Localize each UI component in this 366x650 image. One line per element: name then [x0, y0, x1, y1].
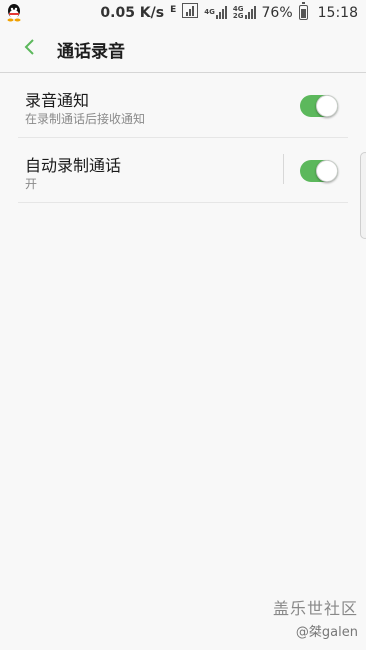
auto-record-toggle[interactable] [300, 160, 338, 182]
edge-panel-handle[interactable] [360, 152, 366, 239]
watermark-community: 盖乐世社区 [272, 599, 358, 618]
clock-time: 15:18 [317, 4, 358, 21]
app-bar: 通话录音 [0, 26, 366, 73]
watermark-user: @桀galen [295, 625, 358, 640]
setting-title: 自动录制通话 [25, 156, 122, 175]
battery-percent: 76% [261, 4, 293, 21]
nfc-icon: E [170, 4, 177, 15]
battery-icon [298, 2, 308, 20]
page-title: 通话录音 [57, 42, 125, 62]
recording-notification-toggle[interactable] [300, 95, 338, 117]
setting-subtitle: 在录制通话后接收通知 [25, 112, 146, 126]
toggle-knob [316, 95, 338, 117]
setting-row-auto-record[interactable]: 自动录制通话 开 [18, 138, 348, 203]
setting-subtitle: 开 [25, 177, 38, 191]
back-button[interactable] [18, 38, 40, 60]
watermark: 盖乐世社区 @桀galen [273, 595, 358, 640]
setting-row-recording-notification[interactable]: 录音通知 在录制通话后接收通知 [18, 73, 348, 138]
settings-list: 录音通知 在录制通话后接收通知 自动录制通话 开 [18, 73, 348, 203]
status-bar: 0.05 K/s E 4G 4G 2G 76% 15:18 [0, 0, 366, 26]
qq-icon [6, 4, 22, 26]
setting-title: 录音通知 [25, 91, 90, 110]
signal-icon: 4G [204, 6, 227, 19]
toggle-knob [316, 160, 338, 182]
chevron-left-icon [23, 38, 35, 60]
wifi-frame-icon [182, 3, 199, 22]
dual-signal-icon: 4G 2G [233, 5, 256, 20]
network-speed: 0.05 K/s [100, 4, 165, 21]
vertical-divider [283, 154, 284, 184]
